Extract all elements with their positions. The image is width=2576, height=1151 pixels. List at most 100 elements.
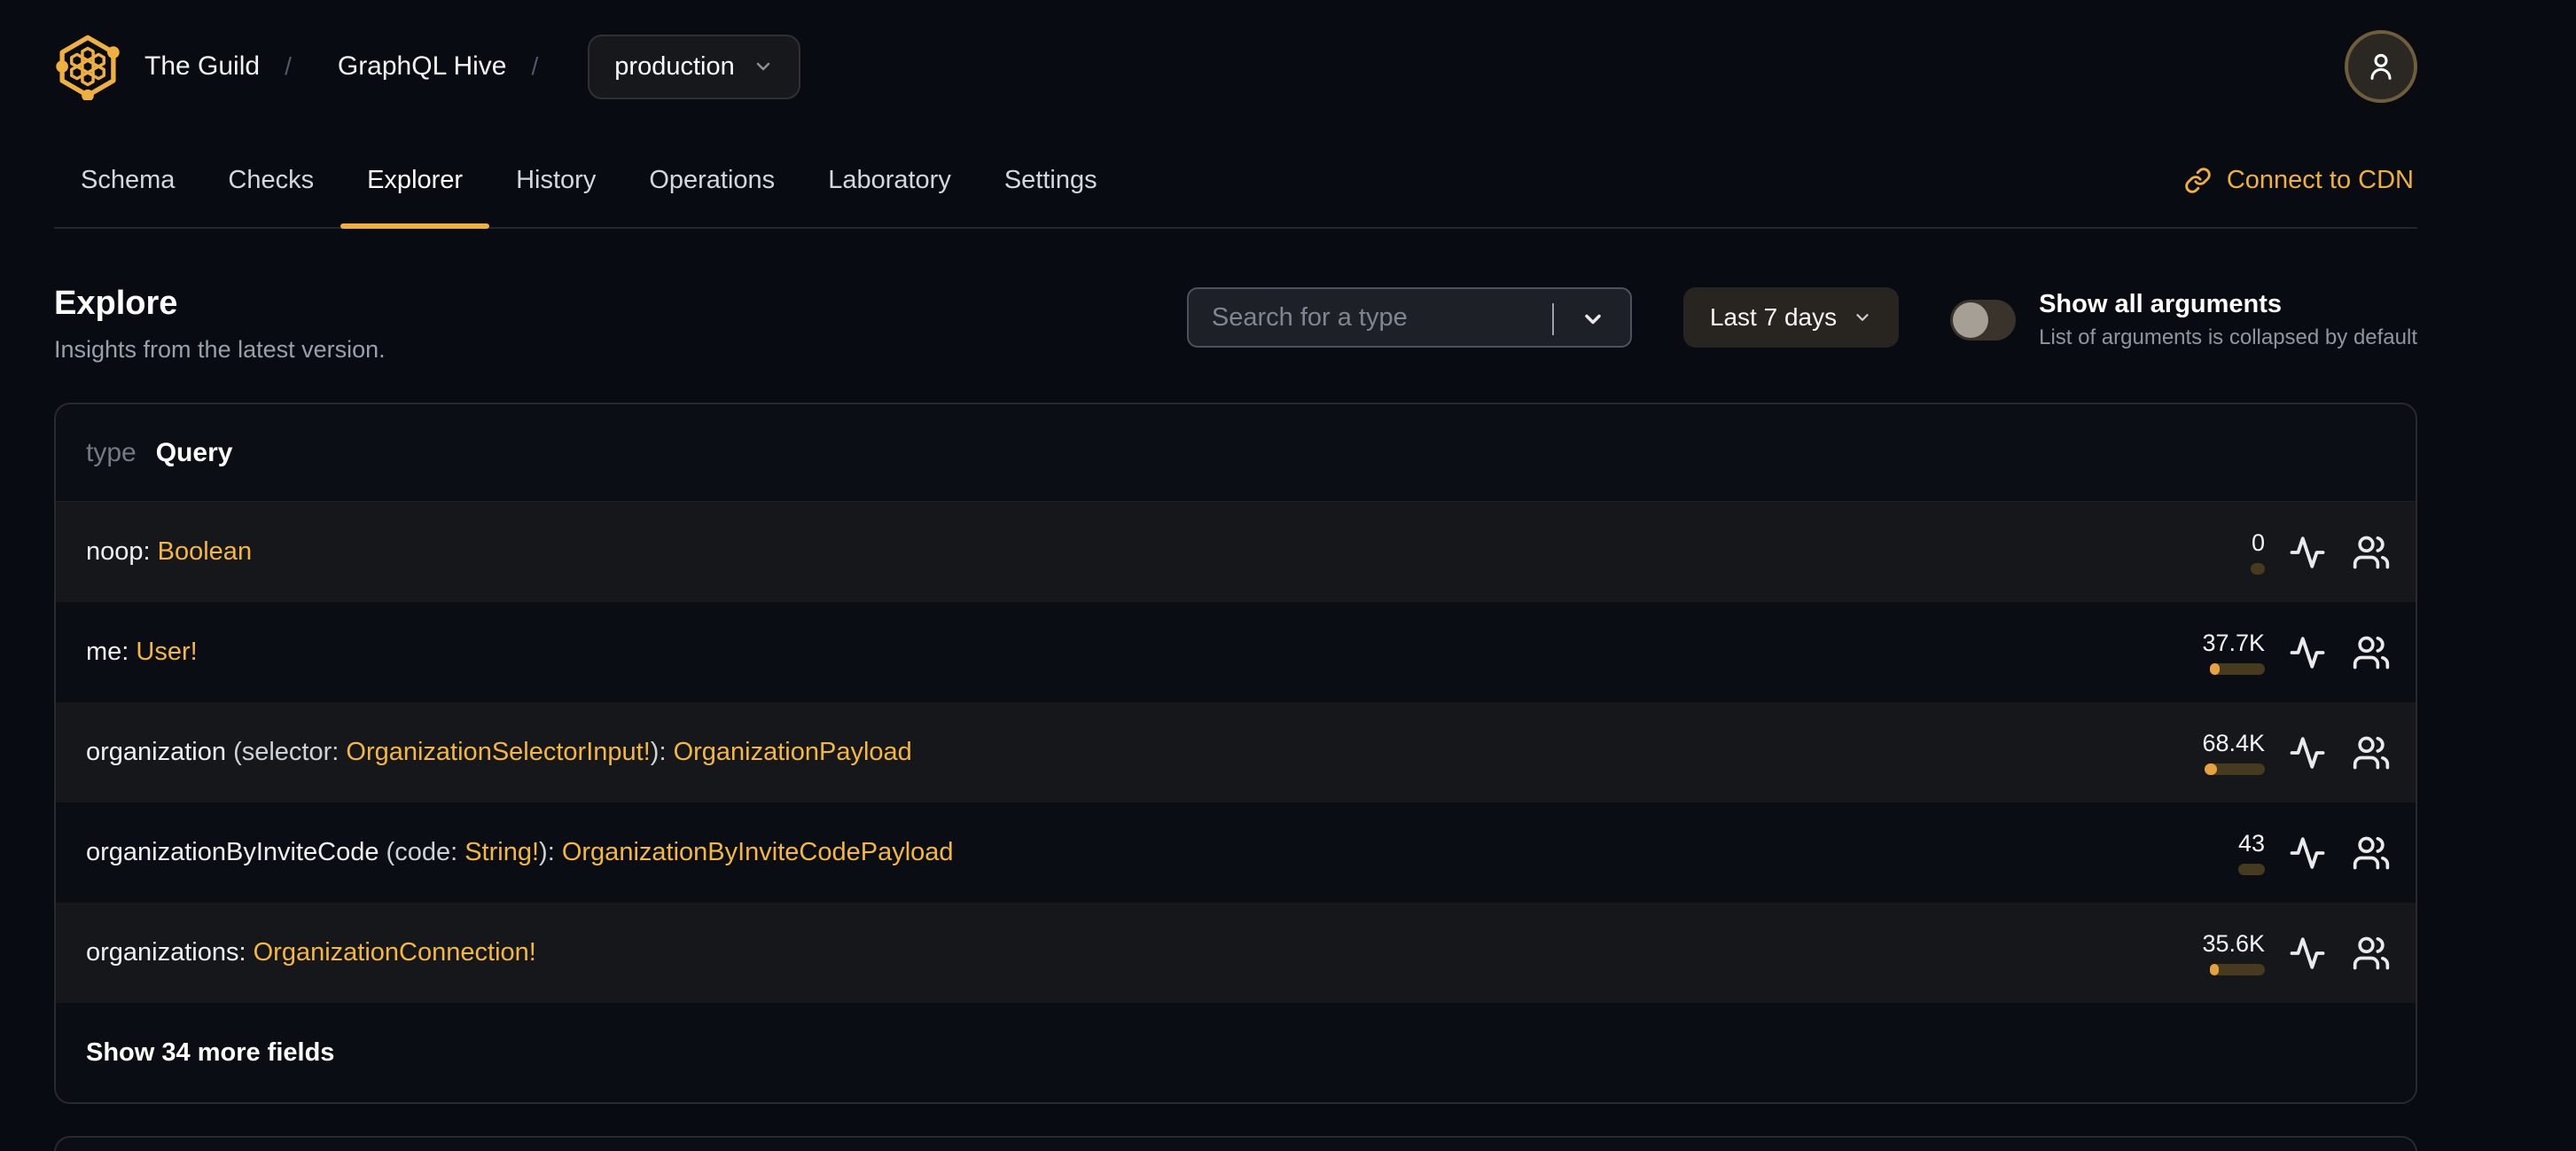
field-stats: 43 <box>2148 831 2393 875</box>
user-icon <box>2370 53 2392 80</box>
page-title: Explore <box>54 285 178 322</box>
tab-history[interactable]: History <box>489 133 622 227</box>
chevron-down-icon <box>756 62 769 71</box>
tab-laboratory[interactable]: Laboratory <box>801 133 978 227</box>
field-text: : <box>659 738 674 766</box>
environment-selector[interactable]: production <box>588 34 800 99</box>
type-link[interactable]: OrganizationPayload <box>674 738 912 766</box>
tab-settings[interactable]: Settings <box>978 133 1124 227</box>
type-card-header: type Query <box>56 404 2416 502</box>
activity-icon[interactable] <box>2286 732 2329 774</box>
field-text: ) <box>650 738 660 766</box>
title-block: Explore Insights from the latest version… <box>54 284 386 364</box>
field-signature: organization (selector: OrganizationSele… <box>86 738 912 767</box>
breadcrumb-separator: / <box>285 52 292 80</box>
field-stats: 35.6K <box>2148 931 2393 975</box>
date-range-selector[interactable]: Last 7 days <box>1682 287 1900 348</box>
toggle-text: Show all arguments List of arguments is … <box>2039 289 2417 350</box>
usage-bar <box>2205 763 2265 775</box>
type-link[interactable]: OrganizationConnection! <box>254 938 536 967</box>
usage-bar <box>2210 662 2265 675</box>
users-icon[interactable] <box>2350 832 2393 874</box>
environment-label: production <box>614 51 735 81</box>
field-text: organizations: <box>86 938 254 967</box>
usage-count: 0 <box>2251 529 2265 556</box>
type-link[interactable]: Boolean <box>158 537 252 566</box>
field-text: (selector: <box>233 738 347 766</box>
field-text: : <box>547 838 562 866</box>
next-type-card <box>54 1136 2417 1151</box>
usage-count: 68.4K <box>2202 729 2265 756</box>
usage-bar <box>2238 863 2265 875</box>
usage-stat: 43 <box>2148 831 2265 875</box>
search-input[interactable] <box>1188 302 1526 333</box>
field-row: me: User! 37.7K <box>56 602 2416 702</box>
usage-stat: 0 <box>2148 530 2265 575</box>
usage-count: 37.7K <box>2202 629 2265 656</box>
users-icon[interactable] <box>2350 732 2393 774</box>
usage-stat: 68.4K <box>2148 731 2265 775</box>
field-stats: 0 <box>2148 530 2393 575</box>
hive-logo-icon <box>56 35 120 100</box>
date-range-label: Last 7 days <box>1709 303 1838 331</box>
field-stats: 68.4K <box>2148 731 2393 775</box>
type-link[interactable]: User! <box>136 638 197 666</box>
type-name: Query <box>155 437 233 467</box>
show-all-arguments-toggle[interactable] <box>1950 299 2017 341</box>
type-card: type Query noop: Boolean 0 me: User! 37.7K… <box>54 403 2417 1104</box>
field-signature: noop: Boolean <box>86 537 252 567</box>
field-text: organization <box>86 738 234 766</box>
field-list: noop: Boolean 0 me: User! 37.7K organizati… <box>56 502 2416 1003</box>
field-row: organization (selector: OrganizationSele… <box>56 702 2416 803</box>
tab-operations[interactable]: Operations <box>622 133 801 227</box>
activity-icon[interactable] <box>2286 832 2329 874</box>
field-row: noop: Boolean 0 <box>56 502 2416 602</box>
chevron-down-icon <box>1856 314 1869 321</box>
connect-to-cdn-button[interactable]: Connect to CDN <box>2184 133 2417 227</box>
tab-list: Schema Checks Explorer History Operations Lab… <box>54 133 1124 229</box>
type-search-combobox <box>1186 287 1632 348</box>
show-more-fields-button[interactable]: Show 34 more fields <box>56 1003 2416 1102</box>
combobox-divider <box>1551 303 1554 335</box>
page-container: The Guild / GraphQL Hive / production Sc… <box>54 0 2417 1151</box>
toggle-description: List of arguments is collapsed by defaul… <box>2039 325 2417 349</box>
users-icon[interactable] <box>2350 631 2393 674</box>
tab-explorer[interactable]: Explorer <box>340 133 490 229</box>
activity-icon[interactable] <box>2286 932 2329 975</box>
field-text: noop: <box>86 537 158 566</box>
user-menu-button[interactable] <box>2345 30 2417 103</box>
type-link[interactable]: String! <box>464 838 539 866</box>
type-link[interactable]: OrganizationSelectorInput! <box>346 738 650 766</box>
usage-bar <box>2251 562 2265 575</box>
tab-bar: Schema Checks Explorer History Operations Lab… <box>54 133 2417 229</box>
field-stats: 37.7K <box>2148 630 2393 675</box>
usage-bar-fill <box>2210 963 2219 975</box>
field-signature: organizationByInviteCode (code: String!)… <box>86 838 954 867</box>
controls: Last 7 days Show all arguments List of a… <box>1186 287 2417 350</box>
toggle-knob <box>1953 301 1989 338</box>
breadcrumb-org[interactable]: The Guild <box>144 51 260 82</box>
type-link[interactable]: OrganizationByInviteCodePayload <box>562 838 954 866</box>
breadcrumb-separator: / <box>531 52 539 80</box>
usage-bar-fill <box>2210 662 2220 675</box>
activity-icon[interactable] <box>2286 631 2329 674</box>
tab-schema[interactable]: Schema <box>54 133 201 227</box>
usage-count: 35.6K <box>2202 929 2265 957</box>
arguments-toggle-group: Show all arguments List of arguments is … <box>1950 289 2417 350</box>
toggle-label: Show all arguments <box>2039 290 2283 318</box>
breadcrumb-project[interactable]: GraphQL Hive <box>338 51 507 82</box>
users-icon[interactable] <box>2350 531 2393 574</box>
field-text: (code: <box>386 838 465 866</box>
field-text: organizationByInviteCode <box>86 838 386 866</box>
top-bar: The Guild / GraphQL Hive / production <box>54 0 2417 133</box>
chevron-down-icon[interactable] <box>1581 307 1605 332</box>
activity-icon[interactable] <box>2286 531 2329 574</box>
field-signature: organizations: OrganizationConnection! <box>86 938 536 967</box>
tab-checks[interactable]: Checks <box>201 133 340 227</box>
breadcrumb: The Guild / GraphQL Hive / production <box>54 33 800 100</box>
usage-stat: 37.7K <box>2148 630 2265 675</box>
users-icon[interactable] <box>2350 932 2393 975</box>
usage-bar-fill <box>2205 763 2217 775</box>
type-kind-label: type <box>86 437 137 467</box>
usage-bar <box>2210 963 2265 975</box>
